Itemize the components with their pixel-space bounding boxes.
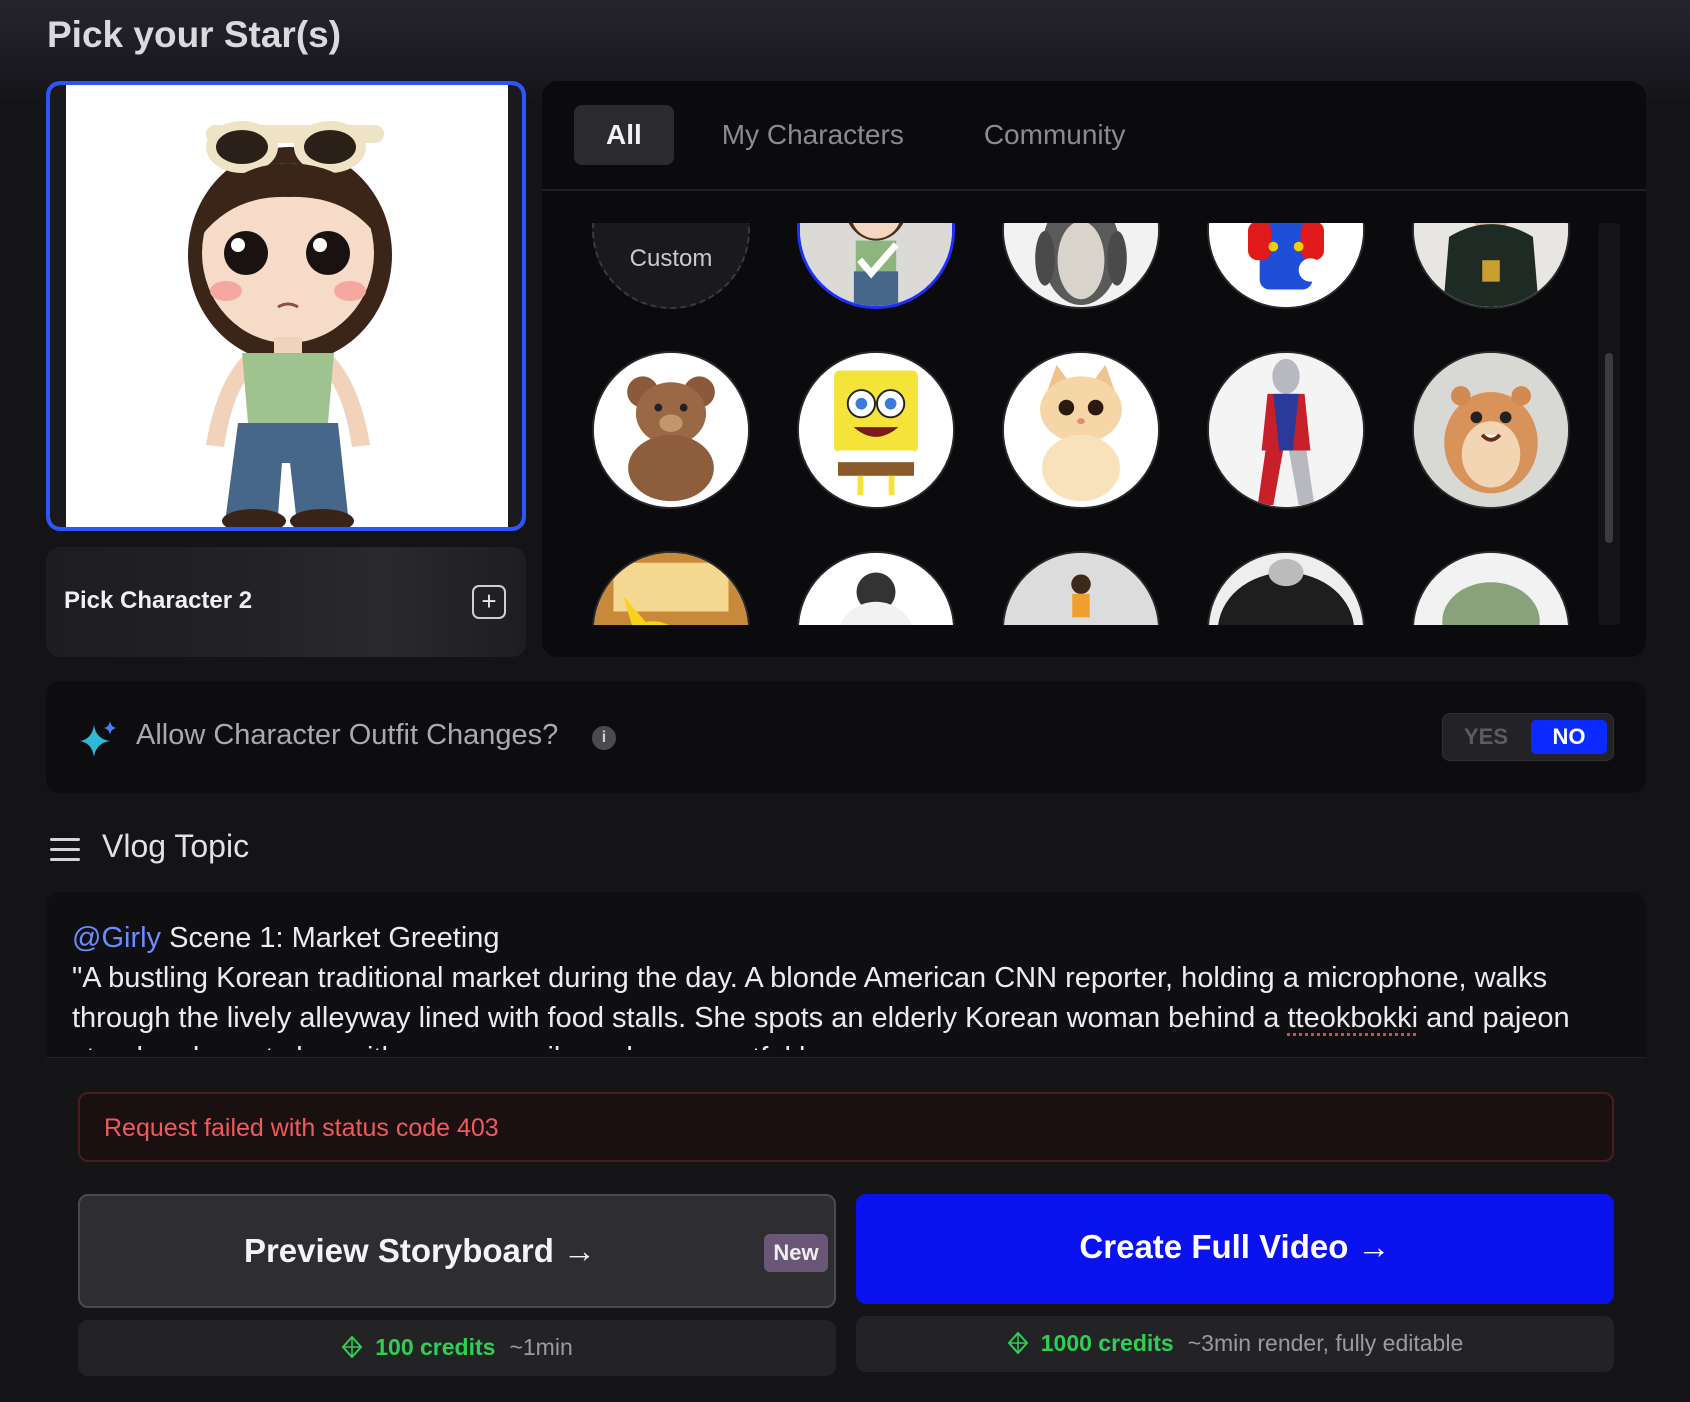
create-full-video-button[interactable]: Create Full Video → (856, 1194, 1614, 1304)
scene-title: Scene 1: Market Greeting (169, 922, 500, 954)
character-snowbird[interactable] (797, 551, 955, 625)
toggle-no[interactable]: NO (1531, 720, 1607, 754)
character-pikachu[interactable] (592, 551, 750, 625)
outfit-question: Allow Character Outfit Changes? (136, 719, 559, 751)
pick-character-2-card[interactable]: Pick Character 2 + (46, 547, 526, 657)
character-sponge[interactable] (797, 351, 955, 509)
error-message: Request failed with status code 403 (104, 1114, 499, 1142)
preview-storyboard-button[interactable]: Preview Storyboard → New (78, 1194, 836, 1308)
selected-star-card[interactable] (46, 81, 526, 531)
tab-all[interactable]: All (574, 105, 674, 165)
library-scroll-thumb[interactable] (1605, 353, 1613, 543)
vlog-topic-editor[interactable]: @Girly Scene 1: Market Greeting "A bustl… (46, 892, 1646, 1402)
sparkle-icon (80, 721, 116, 757)
character-hooded-child[interactable] (1412, 223, 1570, 309)
character-girly[interactable] (797, 223, 955, 309)
toggle-yes[interactable]: YES (1443, 714, 1529, 760)
pick-character-2-label: Pick Character 2 (64, 587, 253, 614)
new-badge: New (764, 1234, 828, 1272)
error-banner: Request failed with status code 403 (78, 1092, 1614, 1162)
vlog-topic-text[interactable]: @Girly Scene 1: Market Greeting "A bustl… (72, 918, 1632, 1050)
character-doll[interactable] (1002, 551, 1160, 625)
custom-character-button[interactable]: Custom (592, 223, 750, 309)
preview-time: ~1min (509, 1334, 573, 1360)
preview-credit-amount: 100 credits (375, 1334, 496, 1360)
vlog-topic-title: Vlog Topic (102, 828, 250, 864)
action-panel: Request failed with status code 403 Prev… (46, 1057, 1646, 1402)
library-scrollbar[interactable] (1598, 223, 1620, 625)
character-grid: Custom (542, 223, 1592, 625)
misspelled-word: tteokbokki (1287, 1002, 1419, 1034)
character-mention[interactable]: @Girly (72, 922, 161, 954)
card-edge-left (50, 85, 66, 527)
gem-icon (341, 1336, 363, 1358)
gem-icon (1007, 1332, 1029, 1354)
tabs-divider (542, 189, 1646, 191)
character-masked[interactable] (1207, 551, 1365, 625)
create-full-video-label: Create Full Video → (1079, 1228, 1391, 1265)
info-icon[interactable]: i (592, 726, 616, 750)
library-tabs: All My Characters Community (574, 105, 1173, 165)
plus-icon[interactable]: + (472, 585, 506, 619)
tab-community[interactable]: Community (952, 105, 1158, 165)
preview-credits-info: 100 credits ~1min (78, 1320, 836, 1376)
create-credits-info: 1000 credits ~3min render, fully editable (856, 1316, 1614, 1372)
character-library-panel: All My Characters Community Custom (542, 81, 1646, 657)
preview-storyboard-label: Preview Storyboard → (243, 1232, 597, 1269)
character-plumber[interactable] (1207, 223, 1365, 309)
create-credit-amount: 1000 credits (1040, 1330, 1174, 1356)
character-hero[interactable] (1207, 351, 1365, 509)
tab-my-characters[interactable]: My Characters (690, 105, 936, 165)
outfit-toggle[interactable]: YES NO (1442, 713, 1614, 761)
create-time: ~3min render, fully editable (1187, 1330, 1464, 1356)
outfit-setting-row: Allow Character Outfit Changes? i YES NO (46, 681, 1646, 793)
character-penguin[interactable] (1002, 223, 1160, 309)
selected-star-image (66, 85, 508, 527)
character-teddy-bear[interactable] (592, 351, 750, 509)
menu-icon (50, 838, 80, 862)
character-hamster[interactable] (1412, 351, 1570, 509)
character-kitten[interactable] (1002, 351, 1160, 509)
custom-label: Custom (629, 245, 713, 272)
character-frog[interactable] (1412, 551, 1570, 625)
card-edge-right (508, 85, 522, 527)
page-title: Pick your Star(s) (47, 14, 342, 55)
